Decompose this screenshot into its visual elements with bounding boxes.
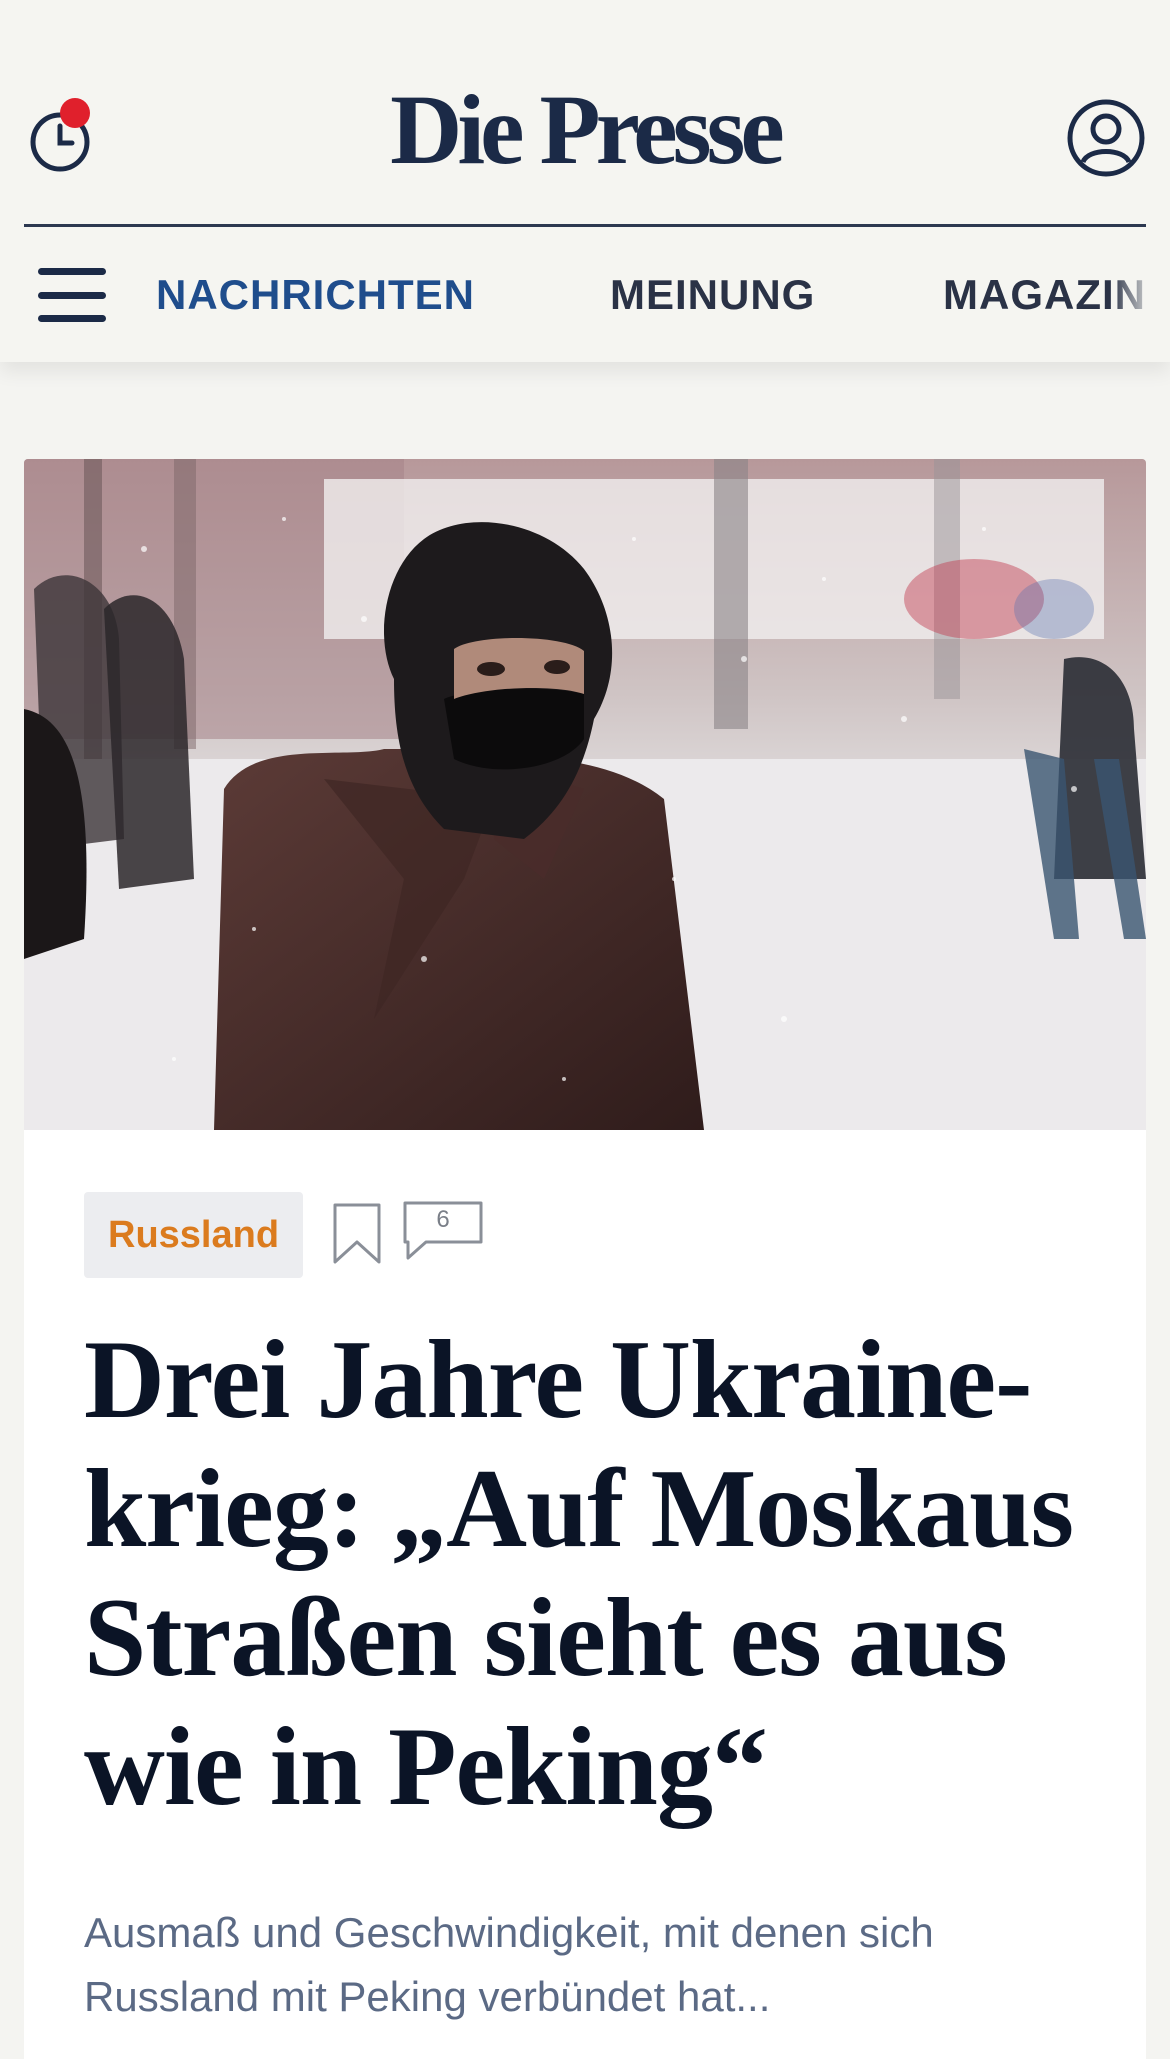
- bookmark-icon: [333, 1203, 381, 1264]
- nav-item-meinung[interactable]: MEINUNG: [610, 274, 815, 316]
- hamburger-line: [38, 292, 106, 299]
- menu-button[interactable]: [38, 268, 106, 322]
- header-divider: [24, 224, 1146, 227]
- article-card[interactable]: Russland 6 Drei Jahre Ukraine-krieg: „Au…: [24, 459, 1146, 2059]
- comments-button[interactable]: 6: [402, 1200, 484, 1262]
- hero-photo: [24, 459, 1146, 1130]
- top-bar: Die Presse: [0, 0, 1170, 226]
- site-logo[interactable]: Die Presse: [0, 80, 1170, 180]
- section-nav: NACHRICHTEN MEINUNG MAGAZIN: [0, 228, 1170, 362]
- nav-scroll-fade: [1110, 228, 1170, 362]
- article-headline[interactable]: Drei Jahre Ukraine-krieg: „Auf Moskaus S…: [84, 1316, 1094, 1832]
- category-tag[interactable]: Russland: [84, 1192, 304, 1278]
- account-button[interactable]: [1066, 98, 1146, 178]
- hamburger-icon: [38, 268, 106, 275]
- article-teaser: Ausmaß und Geschwindigkeit, mit denen si…: [84, 1909, 934, 2020]
- hamburger-line: [38, 315, 106, 322]
- nav-item-nachrichten[interactable]: NACHRICHTEN: [156, 274, 475, 316]
- bookmark-button[interactable]: [332, 1202, 382, 1266]
- comment-count: 6: [436, 1206, 450, 1233]
- user-icon: [1067, 99, 1145, 177]
- hero-image[interactable]: [24, 459, 1146, 1130]
- site-header: Die Presse NACHRICHTEN MEINUNG MAGAZIN: [0, 0, 1170, 362]
